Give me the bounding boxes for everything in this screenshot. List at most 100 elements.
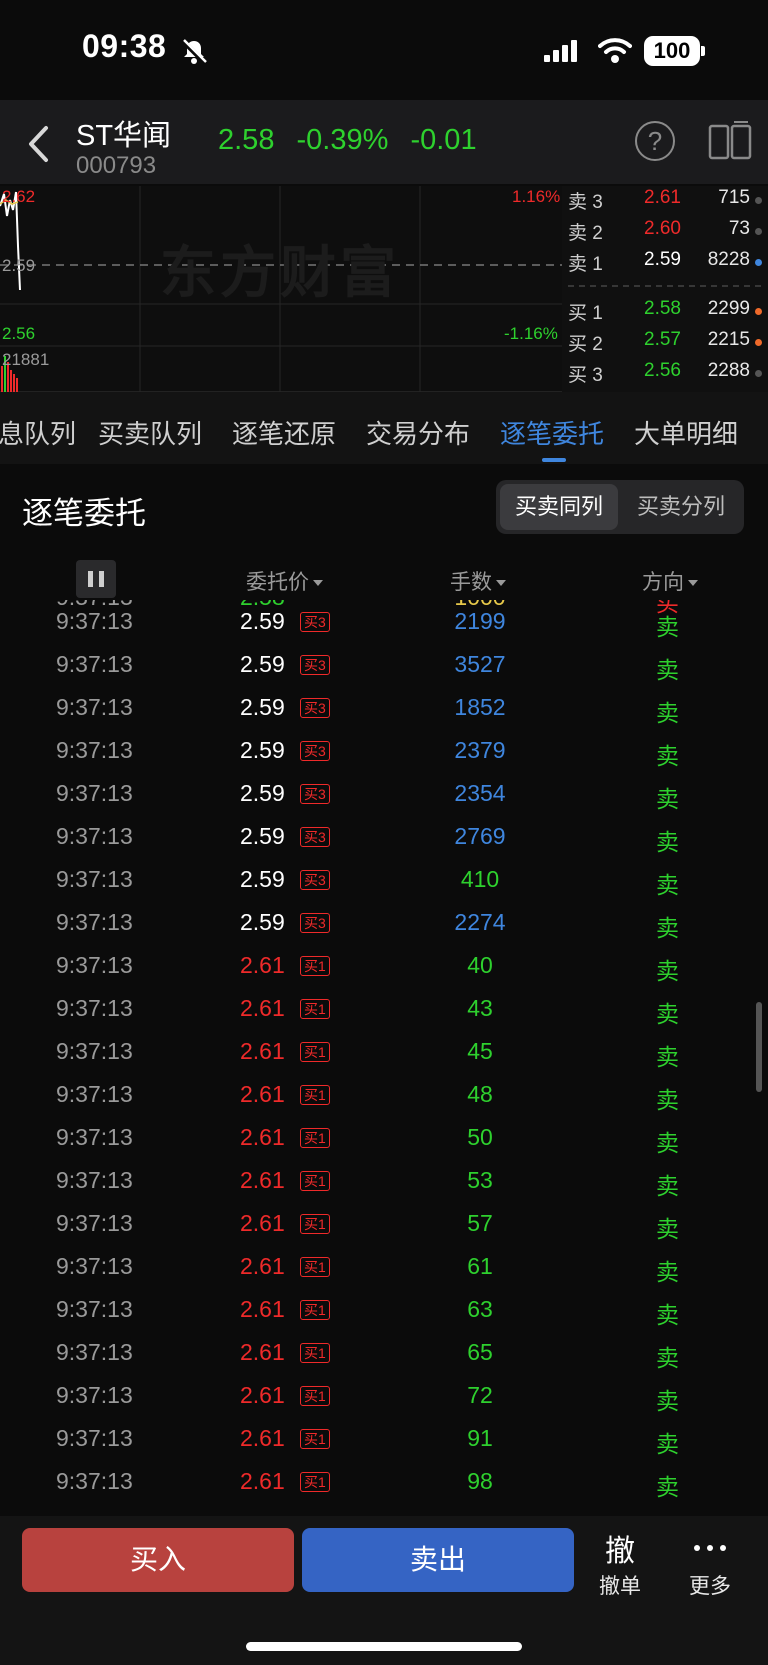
more-icon[interactable]	[694, 1545, 726, 1553]
row-level-badge: 买1	[300, 1042, 330, 1062]
row-time: 9:37:13	[56, 1124, 133, 1150]
bid-label: 买 3	[568, 365, 603, 386]
row-time: 9:37:13	[56, 995, 133, 1021]
row-price: 2.61	[240, 1382, 285, 1408]
row-direction: 卖	[656, 1130, 679, 1156]
table-row: 9:37:13 2.59 买3 1852 卖	[0, 686, 768, 729]
price-column-header[interactable]: 委托价	[246, 566, 323, 596]
row-price: 2.61	[240, 1038, 285, 1064]
row-level-badge: 买3	[300, 698, 330, 718]
table-row: 9:37:13 2.61 买1 45 卖	[0, 1030, 768, 1073]
tab-trade-distribution[interactable]: 交易分布	[366, 414, 470, 451]
row-price: 2.59	[240, 780, 285, 806]
row-price: 2.59	[240, 737, 285, 763]
qty-column-header[interactable]: 手数	[450, 566, 506, 596]
row-level-badge: 买3	[300, 612, 330, 632]
row-time: 9:37:13	[56, 823, 133, 849]
bid-price: 2.58	[644, 298, 681, 319]
row-time: 9:37:13	[56, 1425, 133, 1451]
tab-order-queue[interactable]: 买卖队列	[98, 414, 202, 451]
ask-dot	[755, 259, 762, 266]
stock-name: ST华闻	[76, 120, 172, 152]
help-icon[interactable]: ?	[635, 121, 675, 161]
row-quantity: 2274	[454, 909, 506, 935]
cancel-order-icon[interactable]: 撤	[600, 1526, 640, 1570]
row-quantity: 98	[467, 1468, 493, 1494]
row-quantity: 43	[467, 995, 493, 1021]
row-level-badge: 买1	[300, 956, 330, 976]
table-row: 9:37:13 2.61 买1 72 卖	[0, 1374, 768, 1417]
table-row: 9:37:13 2.61 买1 65 卖	[0, 1331, 768, 1374]
row-quantity: 53	[467, 1167, 493, 1193]
row-direction: 卖	[656, 915, 679, 941]
row-price: 2.61	[240, 1296, 285, 1322]
row-time: 9:37:13	[56, 952, 133, 978]
row-time: 9:37:13	[56, 1339, 133, 1365]
bid-volume: 2215	[707, 329, 750, 350]
table-row: 9:37:13 2.61 买1 91 卖	[0, 1417, 768, 1460]
row-direction: 卖	[656, 1431, 679, 1457]
row-price: 2.59	[240, 694, 285, 720]
back-icon[interactable]	[26, 124, 52, 164]
row-direction: 卖	[656, 872, 679, 898]
tab-tick-restore[interactable]: 逐笔还原	[232, 414, 336, 451]
quote-line: 2.58 -0.39% -0.01	[218, 124, 491, 157]
row-level-badge: 买3	[300, 655, 330, 675]
combined-view-button[interactable]: 买卖同列	[500, 484, 618, 530]
active-tab-indicator	[542, 458, 566, 462]
direction-column-header[interactable]: 方向	[642, 566, 698, 596]
row-quantity: 45	[467, 1038, 493, 1064]
table-row: 9:37:13 2.61 买1 48 卖	[0, 1073, 768, 1116]
watermark: 东方财富	[160, 241, 400, 304]
bid-label: 买 2	[568, 334, 603, 355]
sell-button[interactable]: 卖出	[302, 1528, 574, 1592]
ask-label: 卖 1	[568, 254, 603, 275]
bid-dot	[755, 308, 762, 315]
row-time: 9:37:13	[56, 608, 133, 634]
tab-message-queue[interactable]: 息队列	[0, 414, 76, 451]
row-price: 2.61	[240, 1124, 285, 1150]
row-price: 2.61	[240, 995, 285, 1021]
table-row: 9:37:13 2.59 买3 2274 卖	[0, 901, 768, 944]
sort-caret-icon	[496, 580, 506, 587]
bid-volume: 2288	[707, 360, 750, 381]
row-level-badge: 买3	[300, 913, 330, 933]
row-direction: 卖	[656, 1302, 679, 1328]
ask-label: 卖 3	[568, 192, 603, 213]
tab-tick-orders[interactable]: 逐笔委托	[500, 414, 604, 451]
row-level-badge: 买3	[300, 741, 330, 761]
row-time: 9:37:13	[56, 651, 133, 677]
tick-order-list[interactable]: 9:37:13 2.58 1000 买 9:37:132.59买32199卖9:…	[0, 600, 768, 1516]
tab-large-orders[interactable]: 大单明细	[634, 414, 738, 451]
row-time: 9:37:13	[56, 780, 133, 806]
split-view-icon[interactable]	[708, 120, 752, 162]
row-direction: 卖	[656, 700, 679, 726]
bid-row: 买 3 2.56 2288	[566, 360, 764, 390]
pause-button[interactable]	[76, 560, 116, 598]
ask-row: 卖 2 2.60 73	[566, 218, 764, 248]
row-quantity: 57	[467, 1210, 493, 1236]
row-quantity: 72	[467, 1382, 493, 1408]
row-price: 2.59	[240, 608, 285, 634]
bid-price: 2.57	[644, 329, 681, 350]
row-level-badge: 买3	[300, 784, 330, 804]
more-label[interactable]: 更多	[684, 1570, 736, 1600]
ask-dot	[755, 228, 762, 235]
cancel-order-label[interactable]: 撤单	[596, 1570, 644, 1600]
order-book-divider	[568, 285, 762, 287]
split-view-button[interactable]: 买卖分列	[622, 484, 740, 530]
section-title: 逐笔委托	[22, 496, 146, 531]
ask-price: 2.60	[644, 218, 681, 239]
price-header-label: 委托价	[246, 571, 309, 594]
row-price: 2.59	[240, 651, 285, 677]
chart-low-pct: -1.16%	[504, 324, 558, 343]
row-time: 9:37:13	[56, 737, 133, 763]
row-price: 2.61	[240, 1468, 285, 1494]
direction-header-label: 方向	[642, 571, 684, 594]
table-row: 9:37:13 2.61 买1 53 卖	[0, 1159, 768, 1202]
bid-label: 买 1	[568, 303, 603, 324]
sort-caret-icon	[313, 580, 323, 587]
sort-caret-icon	[688, 580, 698, 587]
scrollbar[interactable]	[756, 1002, 762, 1092]
buy-button[interactable]: 买入	[22, 1528, 294, 1592]
